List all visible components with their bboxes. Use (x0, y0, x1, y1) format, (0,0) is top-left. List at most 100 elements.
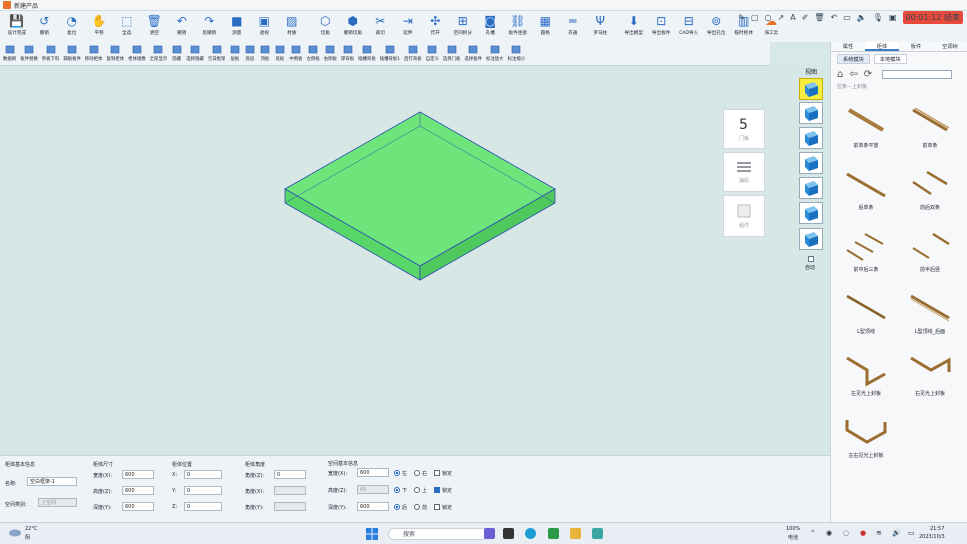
toolbar-btn-hole[interactable]: ◙ 孔槽 (477, 11, 505, 42)
cabinet-tool-8[interactable]: 隐藏 (169, 42, 184, 66)
view-cube-button-3[interactable] (799, 127, 823, 149)
toolbar-btn-cad-import[interactable]: ⊟ CAD导入 (675, 11, 703, 42)
radio-front[interactable] (414, 504, 420, 510)
windows-start-icon[interactable] (366, 528, 378, 540)
cabinet-tool-19[interactable]: 插槽背板 (356, 42, 378, 66)
trash-tool-icon[interactable]: ▭ (843, 13, 851, 22)
toolbar-btn-redo[interactable]: ↷ 反撤销 (196, 11, 224, 42)
tab-space-tree[interactable]: 空调树 (933, 42, 967, 51)
toolbar-btn-cad-export[interactable]: ⊡ 导出板件 (648, 11, 676, 42)
cabinet-tool-7[interactable]: 全部显示 (148, 42, 170, 66)
toolbar-btn-material[interactable]: ▨ 材质 (278, 11, 306, 42)
edge-browser-icon[interactable] (525, 528, 536, 539)
cabinet-tool-20[interactable]: 插槽背板1 (378, 42, 402, 66)
module-item[interactable]: 左右见光上封板 (835, 412, 897, 470)
cabinet-tool-24[interactable]: 选择板件 (462, 42, 484, 66)
module-item[interactable]: 前单条 (899, 102, 961, 160)
toolbar-btn-trash[interactable]: 🗑 清空 (141, 11, 169, 42)
module-item[interactable]: 前后双条 (899, 164, 961, 222)
toolbar-btn-split[interactable]: ⊞ 空间拆分 (449, 11, 477, 42)
cabinet-tool-22[interactable]: 自定义 (424, 42, 441, 66)
cabinet-tool-12[interactable]: 底层 (242, 42, 257, 66)
cabinet-tool-1[interactable]: 板件替换 (18, 42, 40, 66)
module-item[interactable]: 前单条平放 (835, 102, 897, 160)
radio-right[interactable] (414, 470, 420, 476)
antivirus-icon[interactable]: ● (860, 529, 866, 537)
view-cube-button-2[interactable] (799, 102, 823, 124)
toolbar-btn-link[interactable]: ⛓ 板件连接 (504, 11, 532, 42)
width-input[interactable]: 600 (122, 470, 154, 479)
cabinet-tool-2[interactable]: 单板下料 (40, 42, 62, 66)
radio-left[interactable] (394, 470, 400, 476)
speaker-icon[interactable]: 🔈 (857, 13, 867, 22)
module-item[interactable]: 前中后三条 (835, 226, 897, 284)
text-icon[interactable]: A (790, 13, 795, 22)
rectangle-icon[interactable]: ▢ (751, 13, 759, 22)
network-icon[interactable]: ◌ (843, 529, 849, 537)
radio-down[interactable] (394, 487, 400, 493)
3d-viewport[interactable] (0, 66, 830, 455)
lock-depth-checkbox[interactable] (434, 504, 440, 510)
pen-icon[interactable]: ✎ (738, 13, 745, 22)
home-icon[interactable]: ⌂ (837, 69, 843, 80)
cabinet-tool-16[interactable]: 左侧板 (305, 42, 322, 66)
toolbar-btn-export-model[interactable]: ⬇ 导出模型 (620, 11, 648, 42)
cabinet-tool-26[interactable]: 标注缩小 (506, 42, 528, 66)
height-input[interactable]: 600 (122, 486, 154, 495)
delete-icon[interactable]: 🗑 (814, 13, 824, 22)
view-cube-button-5[interactable] (799, 177, 823, 199)
radio-up[interactable] (414, 487, 420, 493)
component-panel-button[interactable]: 组件 (723, 195, 765, 237)
cabinet-tool-4[interactable]: 移除柜体 (83, 42, 105, 66)
record-stop-button[interactable]: 00:01:12 结束 (902, 10, 963, 24)
cabinet-tool-17[interactable]: 右侧板 (322, 42, 339, 66)
drawer-panel-button[interactable]: 抽屉 (723, 152, 765, 192)
wifi-icon[interactable]: ≋ (876, 529, 882, 537)
toolbar-btn-undo-chamfer[interactable]: ⬢ 撤销切角 (339, 11, 367, 42)
view-cube-button-6[interactable] (799, 202, 823, 224)
cabinet-tool-14[interactable]: 底板 (272, 42, 287, 66)
cabinet-tool-15[interactable]: 中侧板 (287, 42, 304, 66)
toolbar-btn-column[interactable]: Ψ 罗马柱 (587, 11, 615, 42)
module-search-input[interactable] (882, 69, 953, 79)
view-cube-button-1[interactable] (799, 78, 823, 100)
depth-input[interactable]: 600 (122, 502, 154, 511)
back-icon[interactable]: ⇦ (849, 69, 857, 80)
space-depth-input[interactable]: 600 (357, 502, 389, 511)
toolbar-btn-save[interactable]: 💾 设计完成 (3, 11, 31, 42)
refresh-icon[interactable]: ⟳ (864, 69, 872, 80)
module-item[interactable]: 左见光上封板 (835, 350, 897, 408)
cabinet-tool-11[interactable]: 层板 (227, 42, 242, 66)
panel-3d-model[interactable] (0, 66, 830, 455)
tab-board[interactable]: 板件 (899, 42, 933, 51)
pos-y-input[interactable]: 0 (184, 486, 222, 495)
undo-tool-icon[interactable]: ↶ (831, 13, 838, 22)
toolbar-btn-cut[interactable]: ✂ 裁切 (367, 11, 395, 42)
cabinet-tool-13[interactable]: 顶板 (257, 42, 272, 66)
cabinet-tool-18[interactable]: 厚背板 (339, 42, 356, 66)
toolbar-btn-chamfer[interactable]: ⬡ 切角 (312, 11, 340, 42)
location-icon[interactable]: ◉ (826, 529, 832, 537)
cabinet-tool-5[interactable]: 复制柜体 (105, 42, 127, 66)
tab-properties[interactable]: 属性 (831, 42, 865, 51)
module-item[interactable]: L型顶线 (835, 288, 897, 346)
mic-icon[interactable]: 🎙 (873, 13, 883, 22)
pos-z-input[interactable]: 0 (184, 502, 222, 511)
cabinet-tool-21[interactable]: 后钉背板 (402, 42, 424, 66)
tab-local-module[interactable]: 本地模块 (873, 54, 907, 64)
toolbar-btn-measure[interactable]: ■ 测量 (223, 11, 251, 42)
design-app-icon[interactable] (592, 528, 603, 539)
door-panel-button[interactable]: 5 门板 (723, 109, 765, 149)
module-item[interactable]: 右见光上封板 (899, 350, 961, 408)
radio-back[interactable] (394, 504, 400, 510)
toolbar-btn-reset[interactable]: ◔ 复位 (58, 11, 86, 42)
toolbar-btn-undo-circle[interactable]: ↺ 撤销 (31, 11, 59, 42)
cabinet-tool-3[interactable]: 辅助板件 (61, 42, 83, 66)
toolbar-btn-undo[interactable]: ↶ 撤销 (168, 11, 196, 42)
cabinet-tool-25[interactable]: 标注放大 (484, 42, 506, 66)
auto-checkbox[interactable] (808, 256, 814, 262)
cabinet-tool-6[interactable]: 柜体镜像 (126, 42, 148, 66)
tab-system-module[interactable]: 系统模块 (837, 54, 870, 64)
cabinet-tool-0[interactable]: 数据刷 (1, 42, 18, 66)
cabinet-tool-10[interactable]: 空白框架 (206, 42, 228, 66)
